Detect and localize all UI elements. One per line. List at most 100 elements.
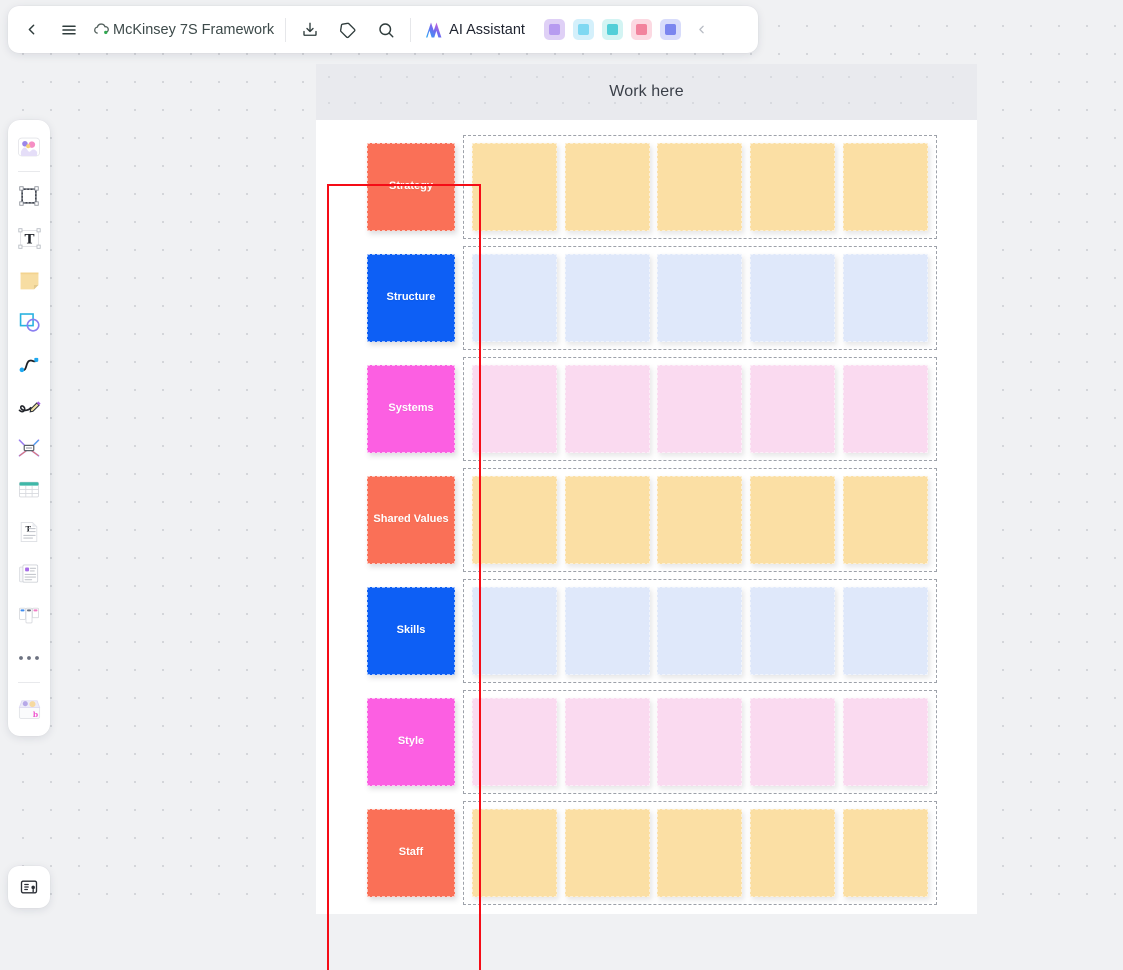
sticky-note[interactable] [843, 698, 928, 786]
sticky-note[interactable] [472, 587, 557, 675]
sticky-note[interactable] [843, 476, 928, 564]
sticky-note[interactable] [472, 143, 557, 231]
note-cell [746, 809, 839, 897]
sticky-note[interactable] [565, 365, 650, 453]
tool-document[interactable]: T [12, 511, 46, 553]
download-button[interactable] [291, 11, 329, 49]
presentation-plugin-glyph [578, 24, 589, 35]
tool-card[interactable] [12, 553, 46, 595]
row-label-note[interactable]: Shared Values [367, 476, 455, 564]
row-note-group[interactable] [463, 690, 937, 794]
sticky-note[interactable] [657, 365, 742, 453]
board-frame-body[interactable]: Strategy Structure Systems Shared Values Ski… [316, 120, 977, 914]
search-button[interactable] [367, 11, 405, 49]
tool-mindmap[interactable] [12, 427, 46, 469]
row-label-text: Structure [383, 291, 440, 304]
row-label-text: Strategy [385, 180, 437, 193]
row-note-group[interactable] [463, 135, 937, 239]
board-row: Structure [316, 242, 977, 353]
note-cell [654, 143, 747, 231]
note-cell [561, 143, 654, 231]
frames-icon [19, 877, 39, 897]
tool-templates[interactable] [12, 126, 46, 168]
sync-status[interactable] [92, 20, 111, 39]
frames-panel-button[interactable] [8, 866, 50, 908]
row-label-note[interactable]: Strategy [367, 143, 455, 231]
sticky-note[interactable] [472, 476, 557, 564]
sticky-note[interactable] [750, 365, 835, 453]
sticky-note[interactable] [565, 809, 650, 897]
collapse-toolbar-button[interactable] [689, 13, 715, 47]
sticky-note[interactable] [565, 254, 650, 342]
row-note-group[interactable] [463, 801, 937, 905]
note-cell [839, 476, 932, 564]
row-label-note[interactable]: Structure [367, 254, 455, 342]
board-frame: Work here StrategyStructureSystemsShared… [316, 64, 977, 914]
tool-more[interactable] [12, 637, 46, 679]
row-label-note[interactable]: Staff [367, 809, 455, 897]
board-row: Skills [316, 575, 977, 686]
tool-text[interactable]: T [12, 217, 46, 259]
comment-plugin-glyph [665, 24, 676, 35]
sticky-note[interactable] [657, 254, 742, 342]
tool-connector[interactable] [12, 343, 46, 385]
sticky-note[interactable] [472, 365, 557, 453]
sticky-note[interactable] [565, 476, 650, 564]
sticky-note[interactable] [472, 254, 557, 342]
sticky-note[interactable] [657, 698, 742, 786]
sticky-note[interactable] [657, 587, 742, 675]
sticky-note[interactable] [750, 476, 835, 564]
ai-assistant-button[interactable]: AI Assistant [418, 15, 532, 45]
note-cell [839, 365, 932, 453]
row-label-text: Style [394, 735, 428, 748]
sticky-note[interactable] [750, 587, 835, 675]
sticky-note[interactable] [843, 254, 928, 342]
presentation-plugin[interactable] [573, 19, 594, 40]
tool-kanban[interactable] [12, 595, 46, 637]
row-note-group[interactable] [463, 357, 937, 461]
tag-button[interactable] [329, 11, 367, 49]
sticky-note[interactable] [472, 698, 557, 786]
import-plugin[interactable] [602, 19, 623, 40]
sticky-note[interactable] [750, 698, 835, 786]
row-note-group[interactable] [463, 246, 937, 350]
row-note-group[interactable] [463, 579, 937, 683]
note-cell [746, 365, 839, 453]
sticky-note[interactable] [843, 365, 928, 453]
row-label-note[interactable]: Style [367, 698, 455, 786]
note-cell [561, 254, 654, 342]
back-button[interactable] [12, 11, 50, 49]
comment-plugin[interactable] [660, 19, 681, 40]
row-note-group[interactable] [463, 468, 937, 572]
tool-upload[interactable]: b [12, 686, 46, 728]
sticky-note[interactable] [843, 587, 928, 675]
sticky-note[interactable] [472, 809, 557, 897]
sticky-note[interactable] [843, 143, 928, 231]
note-cell [746, 587, 839, 675]
sticky-note[interactable] [750, 143, 835, 231]
sticky-note[interactable] [843, 809, 928, 897]
sticky-note[interactable] [565, 698, 650, 786]
sticky-note[interactable] [657, 143, 742, 231]
sticky-note[interactable] [657, 476, 742, 564]
row-label-note[interactable]: Systems [367, 365, 455, 453]
sticky-note[interactable] [750, 809, 835, 897]
tool-pen[interactable] [12, 385, 46, 427]
row-label-note[interactable]: Skills [367, 587, 455, 675]
tool-frame[interactable] [12, 175, 46, 217]
sticky-note[interactable] [565, 143, 650, 231]
menu-button[interactable] [50, 11, 88, 49]
svg-text:T: T [24, 231, 34, 247]
sticky-note[interactable] [657, 809, 742, 897]
document-title[interactable]: McKinsey 7S Framework [113, 22, 274, 38]
tool-shapes[interactable] [12, 301, 46, 343]
card-icon [16, 561, 42, 587]
note-cell [468, 587, 561, 675]
sticky-note[interactable] [565, 587, 650, 675]
sticky-note[interactable] [750, 254, 835, 342]
board-row: Strategy [316, 131, 977, 242]
mindmap-plugin[interactable] [631, 19, 652, 40]
tool-table[interactable] [12, 469, 46, 511]
tool-sticky-note[interactable] [12, 259, 46, 301]
image-plugin[interactable] [544, 19, 565, 40]
